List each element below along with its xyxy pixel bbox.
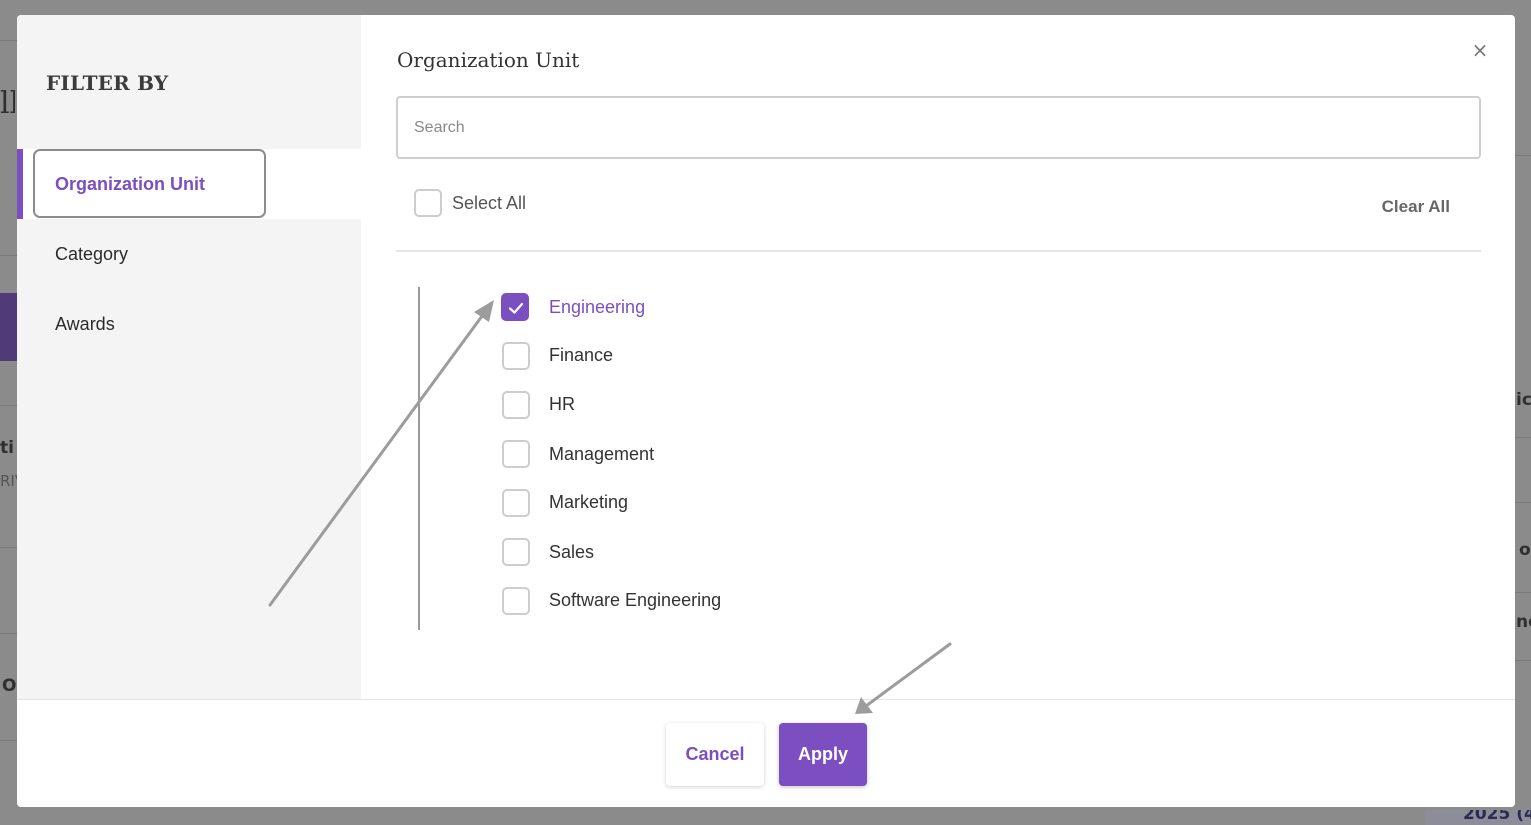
bg-divider xyxy=(0,40,18,41)
apply-button[interactable]: Apply xyxy=(779,723,867,786)
option-checkbox-marketing[interactable] xyxy=(502,489,530,517)
option-label-hr[interactable]: HR xyxy=(549,394,575,415)
option-label-software-engineering[interactable]: Software Engineering xyxy=(549,590,721,611)
option-label-marketing[interactable]: Marketing xyxy=(549,492,628,513)
modal-footer: Cancel Apply xyxy=(17,699,1515,807)
content-title: Organization Unit xyxy=(397,48,580,72)
select-all-checkbox[interactable] xyxy=(414,189,442,217)
search-input[interactable] xyxy=(396,96,1481,159)
bg-text-fragment: RIV xyxy=(0,472,17,490)
bg-divider xyxy=(0,547,18,548)
bg-text-fragment: O xyxy=(2,676,17,696)
option-checkbox-engineering[interactable] xyxy=(501,293,529,321)
filter-content: Organization Unit × Select All Clear All… xyxy=(361,15,1515,699)
sidebar-item-category[interactable]: Category xyxy=(17,219,361,289)
divider xyxy=(396,250,1481,252)
bg-divider xyxy=(1513,592,1531,593)
option-checkbox-management[interactable] xyxy=(502,440,530,468)
clear-all-link[interactable]: Clear All xyxy=(1382,197,1450,217)
sidebar-item-awards[interactable]: Awards xyxy=(17,289,361,359)
bg-text-fragment: 2025 (4 xyxy=(1463,810,1531,824)
bg-divider xyxy=(1513,437,1531,438)
bg-purple-block xyxy=(0,293,17,361)
option-checkbox-software-engineering[interactable] xyxy=(502,587,530,615)
bg-text-fragment: ll xyxy=(0,86,15,121)
sidebar-item-label: Category xyxy=(55,243,129,264)
checkmark-icon xyxy=(508,302,524,314)
bg-text-fragment: o xyxy=(1519,540,1531,560)
bg-divider xyxy=(1513,660,1531,661)
option-checkbox-sales[interactable] xyxy=(502,538,530,566)
tree-guide-line xyxy=(418,287,420,630)
sidebar-item-label: Awards xyxy=(55,313,115,334)
bg-divider xyxy=(0,633,18,634)
bg-text-fragment: ne xyxy=(1516,612,1531,632)
option-label-management[interactable]: Management xyxy=(549,444,654,465)
option-checkbox-finance[interactable] xyxy=(502,342,530,370)
filter-sidebar: FILTER BY Organization Unit Category Awa… xyxy=(17,15,361,699)
annotation-highlight-box xyxy=(33,149,266,218)
bg-divider xyxy=(0,255,18,256)
sidebar-title: FILTER BY xyxy=(46,71,169,95)
bg-divider xyxy=(0,740,18,741)
option-checkbox-hr[interactable] xyxy=(502,391,530,419)
close-icon[interactable]: × xyxy=(1469,38,1491,62)
filter-modal: FILTER BY Organization Unit Category Awa… xyxy=(17,15,1515,807)
option-label-sales[interactable]: Sales xyxy=(549,542,594,563)
bg-text-fragment: ic xyxy=(1516,390,1531,410)
bg-year-card: 2025 (4 xyxy=(1425,810,1531,825)
bg-divider xyxy=(0,405,18,406)
cancel-button[interactable]: Cancel xyxy=(666,723,764,786)
bg-divider xyxy=(1513,155,1531,156)
option-label-finance[interactable]: Finance xyxy=(549,345,613,366)
bg-divider xyxy=(1513,502,1531,503)
select-all-label: Select All xyxy=(452,193,527,213)
bg-text-fragment: ti xyxy=(0,438,14,458)
option-label-engineering[interactable]: Engineering xyxy=(549,297,645,318)
